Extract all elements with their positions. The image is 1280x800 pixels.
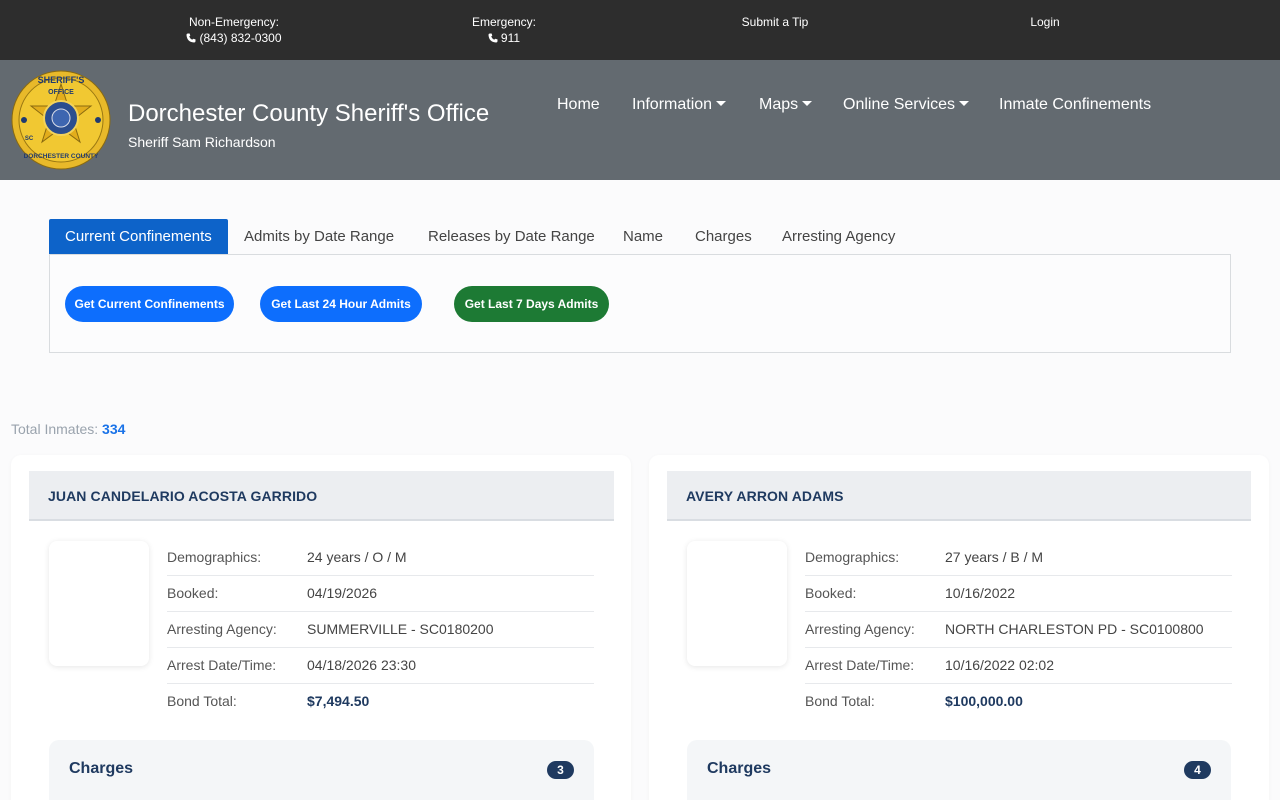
inmate-card-header: JUAN CANDELARIO ACOSTA GARRIDO [29,471,614,521]
site-subtitle: Sheriff Sam Richardson [128,134,276,150]
arresting-agency-label: Arresting Agency: [805,621,915,637]
logo-text-state: SC [25,136,34,142]
charges-title: Charges [707,760,772,777]
arresting-agency-value: SUMMERVILLE - SC0180200 [307,621,494,637]
total-inmates: Total Inmates: 334 [11,421,125,437]
demographics-row: Demographics: 27 years / B / M [805,540,1232,576]
nav-inmate-confinements[interactable]: Inmate Confinements [999,96,1151,114]
charges-count-badge: 3 [547,761,574,779]
tab-current-confinements[interactable]: Current Confinements [49,219,228,254]
top-contact-bar: Non-Emergency: (843) 832-0300 Emergency:… [0,0,1280,60]
inmate-card: JUAN CANDELARIO ACOSTA GARRIDO Demograph… [11,455,631,800]
tab-releases-by-date-range[interactable]: Releases by Date Range [412,219,611,254]
inmate-name[interactable]: JUAN CANDELARIO ACOSTA GARRIDO [48,488,317,504]
nav-home-label: Home [557,96,600,113]
demographics-value: 24 years / O / M [307,549,407,565]
nav-inmate-confinements-label: Inmate Confinements [999,96,1152,113]
inmate-card: AVERY ARRON ADAMS Demographics: 27 years… [649,455,1269,800]
submit-tip-link[interactable]: Submit a Tip [735,14,815,30]
bond-total-row: Bond Total: $100,000.00 [805,684,1232,720]
nav-home[interactable]: Home [557,96,600,114]
tab-admits-by-date-range[interactable]: Admits by Date Range [228,219,410,254]
charges-count-badge: 4 [1184,761,1211,779]
caret-down-icon [716,101,727,106]
arresting-agency-label: Arresting Agency: [167,621,277,637]
nav-maps[interactable]: Maps [759,96,813,114]
arresting-agency-row: Arresting Agency: SUMMERVILLE - SC018020… [167,612,594,648]
sheriff-badge-logo[interactable]: SHERIFF'S OFFICE DORCHESTER COUNTY SC [11,70,111,170]
arrest-datetime-row: Arrest Date/Time: 04/18/2026 23:30 [167,648,594,684]
phone-icon [488,33,498,43]
emergency-contact[interactable]: Emergency: 911 [469,14,539,46]
nav-maps-label: Maps [759,96,799,113]
arrest-datetime-row: Arrest Date/Time: 10/16/2022 02:02 [805,648,1232,684]
bond-total-value: $100,000.00 [945,693,1023,709]
inmate-photo[interactable] [687,541,787,666]
tab-arresting-agency[interactable]: Arresting Agency [766,219,911,254]
caret-down-icon [802,101,813,106]
inmate-photo[interactable] [49,541,149,666]
nav-information-label: Information [632,96,713,113]
phone-icon [186,33,196,43]
booked-row: Booked: 04/19/2026 [167,576,594,612]
booked-row: Booked: 10/16/2022 [805,576,1232,612]
bond-total-label: Bond Total: [167,693,237,709]
get-last-24-hour-admits-button[interactable]: Get Last 24 Hour Admits [260,286,422,322]
bond-total-value: $7,494.50 [307,693,370,709]
charges-section-toggle[interactable]: Charges 3 [49,740,594,800]
tab-charges[interactable]: Charges [679,219,768,254]
bond-total-row: Bond Total: $7,494.50 [167,684,594,720]
caret-down-icon [959,101,970,106]
arrest-datetime-value: 04/18/2026 23:30 [307,657,416,673]
nav-information[interactable]: Information [632,96,727,114]
inmate-card-header: AVERY ARRON ADAMS [667,471,1251,521]
demographics-row: Demographics: 24 years / O / M [167,540,594,576]
total-inmates-count: 334 [102,421,126,437]
site-header: SHERIFF'S OFFICE DORCHESTER COUNTY SC Do… [0,60,1280,180]
charges-title: Charges [69,760,134,777]
booked-value: 04/19/2026 [307,585,378,601]
get-current-confinements-button[interactable]: Get Current Confinements [65,286,234,322]
arrest-datetime-label: Arrest Date/Time: [805,657,915,673]
arresting-agency-value: NORTH CHARLESTON PD - SC0100800 [945,621,1204,637]
arrest-datetime-label: Arrest Date/Time: [167,657,277,673]
non-emergency-label: Non-Emergency: [188,15,280,29]
arrest-datetime-value: 10/16/2022 02:02 [945,657,1054,673]
emergency-phone: 911 [500,31,521,45]
nav-online-services[interactable]: Online Services [843,96,970,114]
login-link[interactable]: Login [1025,14,1065,30]
logo-text-office: OFFICE [48,89,74,96]
bond-total-label: Bond Total: [805,693,875,709]
logo-text-top: SHERIFF'S [38,75,85,85]
booked-value: 10/16/2022 [945,585,1016,601]
emergency-label: Emergency: [471,15,537,29]
arresting-agency-row: Arresting Agency: NORTH CHARLESTON PD - … [805,612,1232,648]
logo-text-bottom: DORCHESTER COUNTY [24,153,99,160]
tab-name[interactable]: Name [607,219,679,254]
booked-label: Booked: [167,585,219,601]
inmate-name[interactable]: AVERY ARRON ADAMS [686,488,844,504]
demographics-label: Demographics: [167,549,262,565]
nav-online-services-label: Online Services [843,96,956,113]
booked-label: Booked: [805,585,857,601]
demographics-value: 27 years / B / M [945,549,1044,565]
site-title[interactable]: Dorchester County Sheriff's Office [128,100,489,128]
non-emergency-phone: (843) 832-0300 [199,31,282,45]
non-emergency-contact[interactable]: Non-Emergency: (843) 832-0300 [184,14,284,46]
get-last-7-days-admits-button[interactable]: Get Last 7 Days Admits [454,286,609,322]
demographics-label: Demographics: [805,549,900,565]
charges-section-toggle[interactable]: Charges 4 [687,740,1231,800]
total-inmates-label: Total Inmates: [11,421,99,437]
